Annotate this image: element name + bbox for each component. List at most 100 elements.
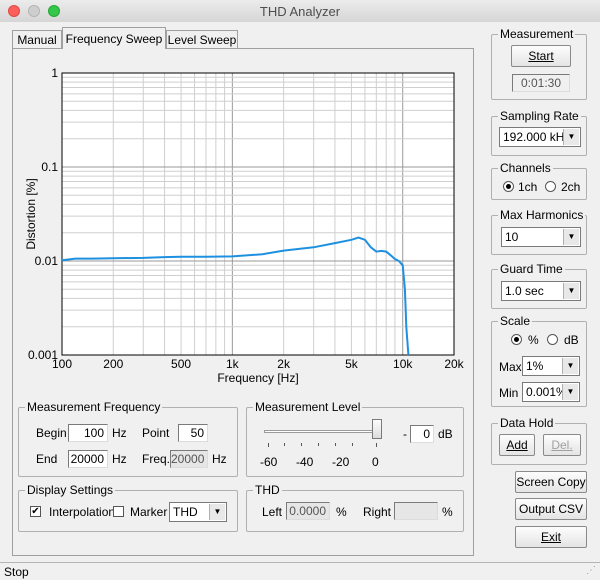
max-harmonics-select[interactable]: 10 ▼ bbox=[501, 227, 581, 247]
scale-max-label: Max bbox=[499, 360, 522, 374]
level-tick-label: -20 bbox=[332, 455, 350, 469]
begin-unit: Hz bbox=[112, 426, 127, 440]
level-tick bbox=[301, 443, 302, 446]
level-tick-label: -60 bbox=[260, 455, 278, 469]
tab-frequency-sweep[interactable]: Frequency Sweep bbox=[62, 27, 166, 49]
sampling-rate-select[interactable]: 192.000 kHz ▼ bbox=[499, 127, 581, 147]
x-tick-label: 500 bbox=[171, 357, 191, 371]
max-harmonics-value: 10 bbox=[505, 230, 519, 244]
channels-title: Channels bbox=[498, 161, 553, 175]
thd-left-value: 0.0000 bbox=[286, 502, 330, 520]
marker-checkbox[interactable] bbox=[113, 506, 124, 517]
tab-level-sweep[interactable]: Level Sweep bbox=[166, 30, 238, 48]
tab-manual[interactable]: Manual bbox=[12, 30, 62, 48]
title-bar: THD Analyzer bbox=[0, 0, 600, 23]
x-tick-label: 20k bbox=[444, 357, 464, 371]
guard-time-value: 1.0 sec bbox=[505, 284, 544, 298]
chevron-down-icon: ▼ bbox=[209, 504, 225, 520]
scale-min-value: 0.001% bbox=[526, 385, 567, 399]
level-tick bbox=[318, 443, 319, 446]
interpolation-checkbox[interactable]: ✔ bbox=[30, 506, 41, 517]
level-slider-thumb[interactable] bbox=[372, 419, 382, 439]
max-harmonics-title: Max Harmonics bbox=[498, 208, 586, 222]
status-text: Stop bbox=[4, 565, 29, 579]
guard-time-select[interactable]: 1.0 sec ▼ bbox=[501, 281, 581, 301]
start-button[interactable]: Start bbox=[511, 45, 571, 67]
point-label: Point bbox=[142, 426, 170, 440]
window-title: THD Analyzer bbox=[259, 4, 341, 19]
level-tick bbox=[376, 443, 377, 447]
interpolation-label: Interpolation bbox=[49, 505, 116, 519]
level-tick-label: 0 bbox=[372, 455, 379, 469]
level-tick bbox=[268, 443, 269, 447]
thd-right-unit: % bbox=[442, 505, 453, 519]
thd-left-label: Left bbox=[262, 505, 283, 519]
x-axis-label: Frequency [Hz] bbox=[217, 371, 298, 385]
channel-2ch-radio[interactable] bbox=[545, 181, 556, 192]
x-tick-label: 5k bbox=[345, 357, 359, 371]
exit-button[interactable]: Exit bbox=[515, 526, 587, 548]
channel-2ch-label: 2ch bbox=[561, 180, 581, 194]
scale-max-select[interactable]: 1% ▼ bbox=[522, 356, 580, 376]
scale-min-label: Min bbox=[499, 386, 519, 400]
x-tick-label: 2k bbox=[277, 357, 291, 371]
screen-copy-button[interactable]: Screen Copy bbox=[515, 471, 587, 493]
exit-button-label: Exit bbox=[540, 530, 561, 544]
measurement-title: Measurement bbox=[498, 27, 576, 41]
data-hold-add-label: Add bbox=[506, 438, 528, 452]
scale-percent-label: % bbox=[528, 333, 539, 347]
thd-right-value bbox=[394, 502, 438, 520]
scale-db-radio[interactable] bbox=[547, 334, 558, 345]
measurement-level-title: Measurement Level bbox=[253, 400, 363, 414]
data-hold-delete-button[interactable]: Del. bbox=[543, 434, 581, 456]
display-mode-value: THD bbox=[173, 505, 198, 519]
y-tick-label: 1 bbox=[51, 66, 58, 80]
display-mode-select[interactable]: THD ▼ bbox=[169, 502, 227, 522]
distortion-chart-svg: 100 200 500 1k 2k 5k 10k 20k10.10.010.001Freque… bbox=[24, 66, 465, 385]
channel-1ch-radio[interactable] bbox=[503, 181, 514, 192]
chevron-down-icon: ▼ bbox=[562, 358, 578, 374]
thd-title: THD bbox=[253, 483, 282, 497]
thd-right-label: Right bbox=[363, 505, 392, 519]
marker-label: Marker bbox=[130, 505, 168, 519]
sampling-rate-title: Sampling Rate bbox=[498, 109, 581, 123]
chevron-down-icon: ▼ bbox=[563, 129, 579, 145]
level-tick bbox=[352, 443, 353, 446]
y-axis-label: Distortion [%] bbox=[24, 178, 38, 249]
x-tick-label: 200 bbox=[103, 357, 123, 371]
point-count-field[interactable]: 50 bbox=[178, 424, 208, 442]
freq-unit: Hz bbox=[212, 452, 227, 466]
level-tick bbox=[335, 443, 336, 446]
output-csv-button[interactable]: Output CSV bbox=[515, 498, 587, 520]
data-hold-delete-label: Del. bbox=[551, 438, 573, 452]
y-tick-label: 0.01 bbox=[35, 254, 59, 268]
resize-grip-icon[interactable]: ⋰ bbox=[586, 565, 596, 576]
y-tick-label: 0.001 bbox=[28, 348, 58, 362]
begin-label: Begin bbox=[36, 426, 67, 440]
data-hold-title: Data Hold bbox=[498, 416, 556, 430]
y-tick-label: 0.1 bbox=[41, 160, 58, 174]
x-tick-label: 1k bbox=[226, 357, 240, 371]
thd-left-unit: % bbox=[336, 505, 347, 519]
display-settings-title: Display Settings bbox=[25, 483, 116, 497]
data-hold-add-button[interactable]: Add bbox=[499, 434, 535, 456]
scale-title: Scale bbox=[498, 314, 533, 328]
freq-label: Freq. bbox=[142, 452, 171, 466]
scale-percent-radio[interactable] bbox=[511, 334, 522, 345]
end-frequency-field[interactable]: 20000 bbox=[68, 450, 108, 468]
distortion-chart: 100 200 500 1k 2k 5k 10k 20k 1 0.1 0.01 0.001 Freque… bbox=[18, 60, 470, 392]
start-button-label: Start bbox=[528, 49, 554, 63]
level-value-field[interactable]: 0 bbox=[410, 425, 434, 443]
level-unit: dB bbox=[438, 427, 453, 441]
elapsed-time: 0:01:30 bbox=[512, 74, 570, 92]
x-tick-label: 10k bbox=[393, 357, 413, 371]
scale-db-label: dB bbox=[564, 333, 579, 347]
level-slider-track[interactable] bbox=[264, 430, 382, 433]
scale-max-value: 1% bbox=[526, 359, 544, 373]
chevron-down-icon: ▼ bbox=[563, 283, 579, 299]
begin-frequency-field[interactable]: 100 bbox=[68, 424, 108, 442]
level-minus-sign: - bbox=[403, 427, 407, 441]
channel-1ch-label: 1ch bbox=[518, 180, 538, 194]
scale-min-select[interactable]: 0.001% ▼ bbox=[522, 382, 580, 402]
chevron-down-icon: ▼ bbox=[562, 384, 578, 400]
